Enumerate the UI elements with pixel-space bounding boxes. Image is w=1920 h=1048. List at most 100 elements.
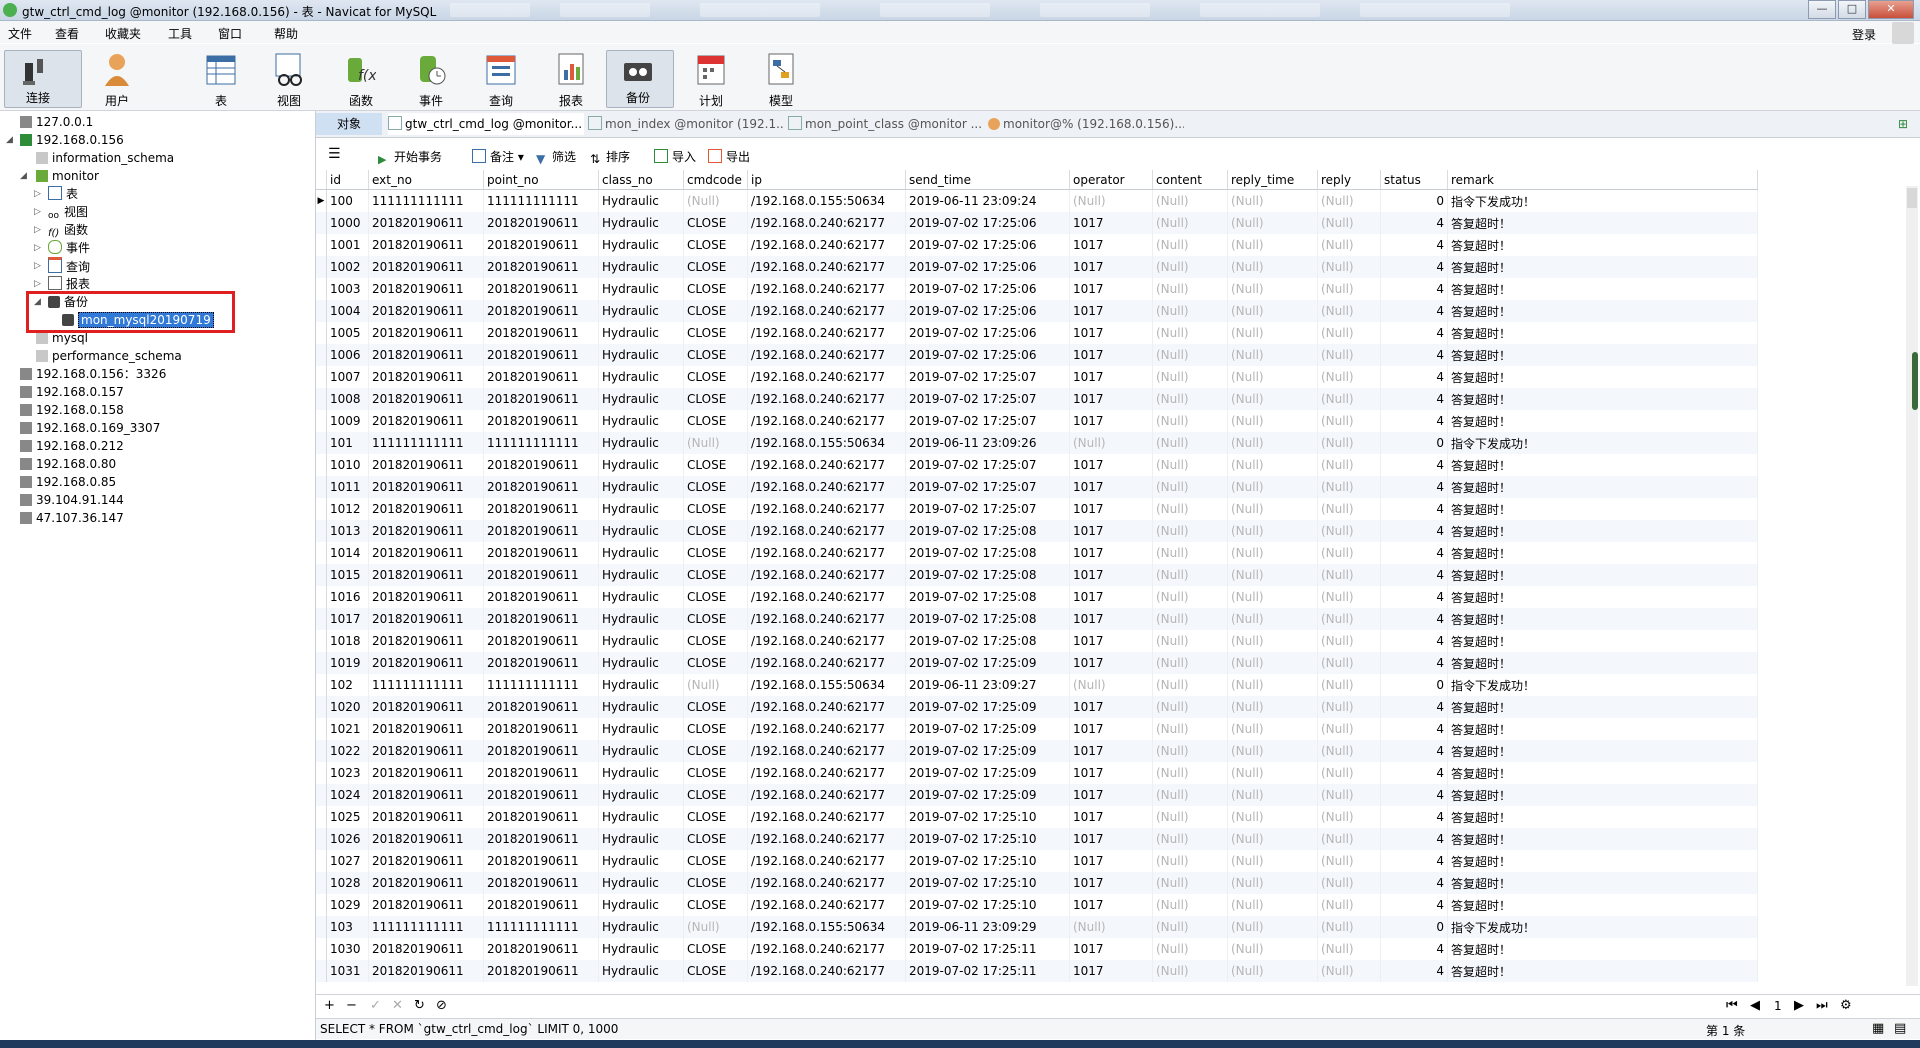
cell-class-no[interactable]: Hydraulic xyxy=(598,872,684,894)
cell-point-no[interactable]: 201820190611 xyxy=(483,476,599,498)
cell-send-time[interactable]: 2019-07-02 17:25:07 xyxy=(905,454,1070,476)
begin-transaction-button[interactable]: ▶ 开始事务 xyxy=(378,148,442,166)
cell-cmdcode[interactable]: CLOSE xyxy=(683,652,748,674)
cell-content[interactable]: (Null) xyxy=(1152,740,1228,762)
cell-status[interactable]: 4 xyxy=(1380,476,1448,498)
cell-remark[interactable]: 答复超时！ xyxy=(1447,652,1758,674)
row-marker[interactable] xyxy=(316,388,327,410)
cell-operator[interactable]: 1017 xyxy=(1069,850,1153,872)
cell-reply[interactable]: (Null) xyxy=(1317,652,1381,674)
cell-send-time[interactable]: 2019-06-11 23:09:27 xyxy=(905,674,1070,696)
cell-send-time[interactable]: 2019-07-02 17:25:09 xyxy=(905,696,1070,718)
cell-ip[interactable]: /192.168.0.240:62177 xyxy=(747,630,906,652)
cell-id[interactable]: 1023 xyxy=(326,762,369,784)
cell-status[interactable]: 4 xyxy=(1380,784,1448,806)
cell-point-no[interactable]: 201820190611 xyxy=(483,894,599,916)
close-button[interactable]: ✕ xyxy=(1868,0,1914,19)
tree-node-functions[interactable]: f() 函数 xyxy=(48,221,88,239)
column-header-remark[interactable]: remark xyxy=(1447,170,1758,190)
cell-operator[interactable]: 1017 xyxy=(1069,410,1153,432)
cell-cmdcode[interactable]: CLOSE xyxy=(683,278,748,300)
new-tab-icon[interactable]: ⊞ xyxy=(1892,113,1914,135)
table-row[interactable]: 1000 201820190611 201820190611 Hydraulic CLO… xyxy=(316,212,1758,234)
table-row[interactable]: 1009 201820190611 201820190611 Hydraulic CLO… xyxy=(316,410,1758,432)
cell-send-time[interactable]: 2019-06-11 23:09:29 xyxy=(905,916,1070,938)
cell-content[interactable]: (Null) xyxy=(1152,608,1228,630)
tab-objects[interactable]: 对象 xyxy=(316,113,382,135)
cell-remark[interactable]: 答复超时！ xyxy=(1447,718,1758,740)
cell-status[interactable]: 4 xyxy=(1380,608,1448,630)
cell-send-time[interactable]: 2019-07-02 17:25:06 xyxy=(905,234,1070,256)
cell-id[interactable]: 1024 xyxy=(326,784,369,806)
row-marker[interactable] xyxy=(316,806,327,828)
row-marker[interactable] xyxy=(316,674,327,696)
cell-reply[interactable]: (Null) xyxy=(1317,454,1381,476)
cell-id[interactable]: 1014 xyxy=(326,542,369,564)
cell-id[interactable]: 1000 xyxy=(326,212,369,234)
cell-reply-time[interactable]: (Null) xyxy=(1227,630,1318,652)
cell-status[interactable]: 4 xyxy=(1380,300,1448,322)
cell-reply[interactable]: (Null) xyxy=(1317,366,1381,388)
cell-send-time[interactable]: 2019-07-02 17:25:07 xyxy=(905,366,1070,388)
cell-content[interactable]: (Null) xyxy=(1152,520,1228,542)
cell-class-no[interactable]: Hydraulic xyxy=(598,960,684,982)
cell-reply[interactable]: (Null) xyxy=(1317,300,1381,322)
cell-send-time[interactable]: 2019-07-02 17:25:09 xyxy=(905,718,1070,740)
row-marker[interactable] xyxy=(316,696,327,718)
menu-icon[interactable]: ☰ xyxy=(328,146,341,162)
cell-point-no[interactable]: 201820190611 xyxy=(483,938,599,960)
cell-send-time[interactable]: 2019-07-02 17:25:08 xyxy=(905,564,1070,586)
cell-content[interactable]: (Null) xyxy=(1152,960,1228,982)
cell-status[interactable]: 4 xyxy=(1380,894,1448,916)
cell-cmdcode[interactable]: CLOSE xyxy=(683,322,748,344)
cell-reply[interactable]: (Null) xyxy=(1317,762,1381,784)
cell-content[interactable]: (Null) xyxy=(1152,718,1228,740)
cell-reply-time[interactable]: (Null) xyxy=(1227,189,1318,212)
cell-class-no[interactable]: Hydraulic xyxy=(598,608,684,630)
cell-content[interactable]: (Null) xyxy=(1152,212,1228,234)
cell-remark[interactable]: 答复超时！ xyxy=(1447,476,1758,498)
prev-page-icon[interactable]: ◀ xyxy=(1750,998,1760,1013)
cell-send-time[interactable]: 2019-07-02 17:25:07 xyxy=(905,476,1070,498)
table-row[interactable]: 1031 201820190611 201820190611 Hydraulic CLO… xyxy=(316,960,1758,982)
cell-point-no[interactable]: 201820190611 xyxy=(483,300,599,322)
cell-status[interactable]: 4 xyxy=(1380,278,1448,300)
cell-class-no[interactable]: Hydraulic xyxy=(598,564,684,586)
column-header-operator[interactable]: operator xyxy=(1069,170,1153,190)
row-marker[interactable] xyxy=(316,520,327,542)
cell-reply-time[interactable]: (Null) xyxy=(1227,960,1318,982)
cell-ip[interactable]: /192.168.0.240:62177 xyxy=(747,388,906,410)
cell-send-time[interactable]: 2019-07-02 17:25:09 xyxy=(905,652,1070,674)
column-header-ext-no[interactable]: ext_no xyxy=(368,170,484,190)
cell-class-no[interactable]: Hydraulic xyxy=(598,366,684,388)
cell-reply[interactable]: (Null) xyxy=(1317,674,1381,696)
cell-ip[interactable]: /192.168.0.240:62177 xyxy=(747,300,906,322)
cell-status[interactable]: 4 xyxy=(1380,762,1448,784)
cell-cmdcode[interactable]: CLOSE xyxy=(683,542,748,564)
cell-reply[interactable]: (Null) xyxy=(1317,344,1381,366)
row-marker[interactable] xyxy=(316,586,327,608)
cell-ip[interactable]: /192.168.0.240:62177 xyxy=(747,872,906,894)
cell-ip[interactable]: /192.168.0.240:62177 xyxy=(747,542,906,564)
cell-send-time[interactable]: 2019-07-02 17:25:08 xyxy=(905,542,1070,564)
cell-status[interactable]: 0 xyxy=(1380,189,1448,212)
row-marker[interactable] xyxy=(316,850,327,872)
cell-cmdcode[interactable]: CLOSE xyxy=(683,850,748,872)
cell-content[interactable]: (Null) xyxy=(1152,300,1228,322)
table-row[interactable]: 1023 201820190611 201820190611 Hydraulic CLO… xyxy=(316,762,1758,784)
table-row[interactable]: 1020 201820190611 201820190611 Hydraulic CLO… xyxy=(316,696,1758,718)
cell-ip[interactable]: /192.168.0.240:62177 xyxy=(747,476,906,498)
cell-reply-time[interactable]: (Null) xyxy=(1227,476,1318,498)
cell-status[interactable]: 4 xyxy=(1380,828,1448,850)
user-button[interactable]: 用户 xyxy=(86,44,148,110)
cell-id[interactable]: 1025 xyxy=(326,806,369,828)
cell-ext-no[interactable]: 201820190611 xyxy=(368,520,484,542)
cell-ext-no[interactable]: 201820190611 xyxy=(368,872,484,894)
cell-send-time[interactable]: 2019-07-02 17:25:08 xyxy=(905,586,1070,608)
cell-send-time[interactable]: 2019-07-02 17:25:06 xyxy=(905,212,1070,234)
table-row[interactable]: 1004 201820190611 201820190611 Hydraulic CLO… xyxy=(316,300,1758,322)
tree-db-information-schema[interactable]: information_schema xyxy=(36,149,174,167)
cell-class-no[interactable]: Hydraulic xyxy=(598,322,684,344)
cell-status[interactable]: 4 xyxy=(1380,322,1448,344)
cell-reply[interactable]: (Null) xyxy=(1317,806,1381,828)
